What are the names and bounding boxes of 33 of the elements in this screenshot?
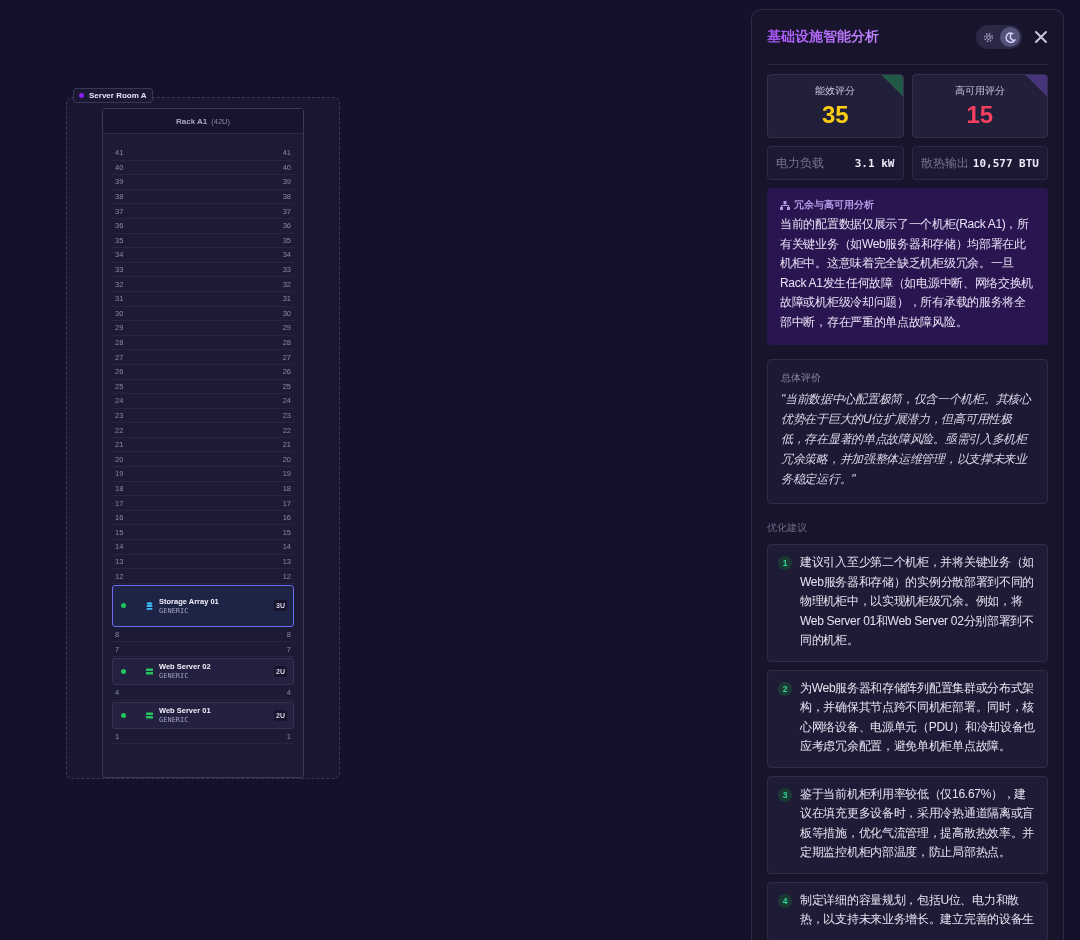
gear-icon bbox=[982, 31, 994, 43]
close-icon bbox=[1034, 30, 1048, 44]
step-number: 3 bbox=[778, 787, 792, 802]
server-icon bbox=[146, 711, 153, 719]
metric-label: 电力负载 bbox=[776, 155, 824, 171]
recommendation-text: 为Web服务器和存储阵列配置集群或分布式架构，并确保其节点跨不同机柜部署。同时，核心网络设备、电源单元（PDU）和冷却设备也应考虑冗余配置，避免单机柜单点故障。 bbox=[800, 679, 1037, 755]
moon-icon bbox=[1004, 31, 1016, 43]
section-heading: 冗余与高可用分析 bbox=[794, 199, 874, 212]
rack-title: Rack A1 bbox=[175, 116, 208, 126]
room-label[interactable]: Server Room A bbox=[73, 88, 153, 103]
recommendation-text: 建议引入至少第二个机柜，并将关键业务（如Web服务器和存储）的实例分散部署到不同的物理机柜中，以实现机柜级冗余。例如，将Web Server 01和Web Server 02分别部署到不同的机柜。 bbox=[800, 554, 1036, 649]
assessment-text: "当前数据中心配置极简，仅含一个机柜。其核心优势在于巨大的U位扩展潜力，但高可用性极低，存在显著的单点故障风险。亟需引入多机柜冗余策略，并加强整体运维管理，以支撑未来业务稳定运行。" bbox=[781, 391, 1033, 488]
metric-label: 散热输出 bbox=[920, 155, 969, 171]
score-value: 15 bbox=[966, 100, 994, 129]
database-icon bbox=[146, 601, 153, 610]
sitemap-icon bbox=[780, 201, 790, 210]
metric-value: 10,577 BTU bbox=[972, 156, 1039, 170]
score-label: 高可用评分 bbox=[954, 83, 1005, 98]
step-number: 1 bbox=[778, 556, 792, 570]
section-heading: 总体评价 bbox=[781, 372, 822, 385]
step-number: 4 bbox=[778, 893, 792, 908]
moon-button[interactable] bbox=[1000, 27, 1020, 47]
close-button[interactable] bbox=[1034, 30, 1048, 44]
score-label: 能效评分 bbox=[815, 83, 856, 98]
panel-title: 基础设施智能分析 bbox=[767, 28, 879, 46]
step-number: 2 bbox=[778, 681, 792, 696]
section-heading: 优化建议 bbox=[767, 522, 808, 535]
score-value: 35 bbox=[821, 100, 849, 129]
recommendation-text: 制定详细的容量规划，包括U位、电力和散热，以支持未来业务增长。建立完善的设备生 bbox=[800, 891, 1035, 928]
metric-value: 3.1 kW bbox=[854, 156, 895, 170]
recommendation-text: 鉴于当前机柜利用率较低（仅16.67%），建议在填充更多设备时，采用冷热通道隔离或盲板等措施，优化气流管理，提高散热效率。并定期监控机柜内部温度，防止局部热点。 bbox=[800, 785, 1035, 861]
redundancy-text: 当前的配置数据仅展示了一个机柜(Rack A1)，所有关键业务（如Web服务器和存储）均部署在此机柜中。这意味着完全缺乏机柜级冗余。一旦Rack A1发生任何故障（如电源中断、网络交换机故障或机柜级冷却问题），所有承载的服务将全部中断，存在严重的单点故障风险。 bbox=[780, 216, 1035, 331]
server-icon bbox=[146, 667, 153, 675]
